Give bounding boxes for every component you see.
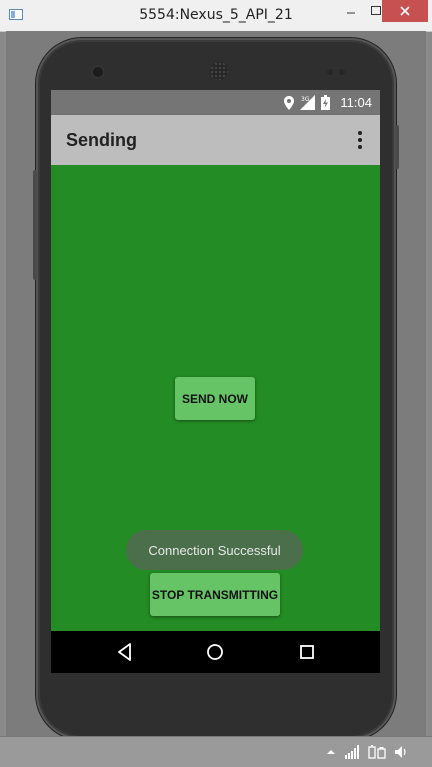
more-vert-icon — [358, 131, 362, 149]
emulator-title-bar: 5554:Nexus_5_API_21 — [0, 0, 432, 32]
earpiece-speaker — [210, 62, 228, 80]
minimize-icon — [347, 12, 355, 14]
signal-3g-icon: 3G — [300, 95, 316, 110]
network-icon[interactable] — [344, 745, 360, 759]
proximity-sensor — [327, 69, 333, 75]
battery-charging-icon — [321, 95, 331, 110]
light-sensor — [339, 69, 345, 75]
home-button[interactable] — [204, 641, 226, 663]
close-button[interactable] — [382, 0, 428, 22]
status-bar: 3G 11:04 — [51, 90, 380, 115]
volume-rocker[interactable] — [33, 170, 37, 280]
page-title: Sending — [66, 130, 137, 150]
overflow-menu-button[interactable] — [350, 128, 370, 152]
status-time: 11:04 — [340, 95, 372, 110]
stop-transmitting-button[interactable]: STOP TRANSMITTING — [150, 573, 280, 616]
front-camera-icon — [93, 67, 103, 77]
device-screen: 3G 11:04 Sending SEND NOW Connection Suc… — [51, 90, 380, 673]
location-icon — [284, 95, 295, 110]
home-icon — [207, 644, 223, 660]
main-content: SEND NOW Connection Successful STOP TRAN… — [51, 165, 380, 631]
toast-message: Connection Successful — [126, 530, 303, 570]
recents-button[interactable] — [296, 641, 318, 663]
send-now-button[interactable]: SEND NOW — [175, 377, 255, 420]
volume-icon[interactable] — [394, 745, 408, 759]
power-icon[interactable] — [368, 744, 386, 760]
svg-text:3G: 3G — [301, 96, 310, 103]
show-hidden-icon[interactable] — [326, 747, 336, 757]
system-tray — [326, 744, 408, 760]
close-icon — [400, 6, 410, 16]
action-bar: Sending — [51, 115, 380, 165]
recents-icon — [300, 645, 314, 659]
taskbar — [0, 736, 432, 767]
back-button[interactable] — [114, 641, 136, 663]
power-key[interactable] — [395, 125, 399, 169]
back-icon — [118, 643, 131, 661]
navigation-bar — [51, 631, 380, 673]
minimize-button[interactable] — [339, 0, 363, 22]
